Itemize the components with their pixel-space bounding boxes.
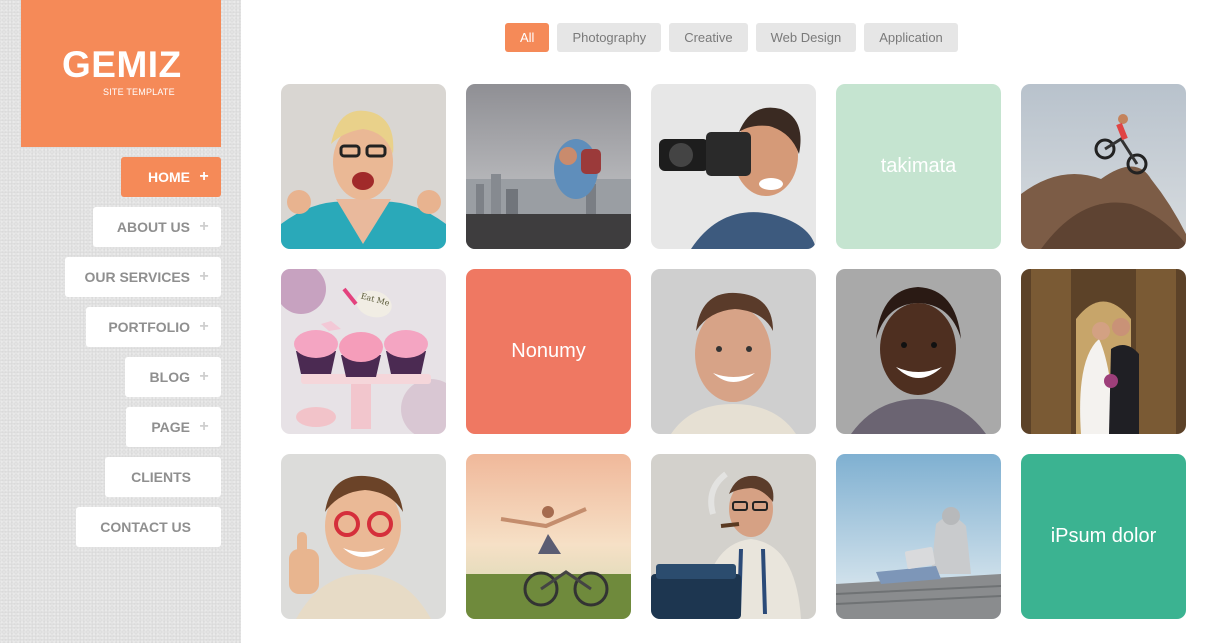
- logo-title: GEMIZ: [62, 44, 182, 85]
- tile-nonumy[interactable]: Nonumy: [466, 269, 631, 434]
- logo[interactable]: GEMIZ SITE TEMPLATE: [21, 0, 221, 147]
- tile-label: Nonumy: [511, 340, 586, 362]
- portfolio-image-photographer[interactable]: [651, 84, 816, 249]
- nav-item-label: OUR SERVICES: [84, 269, 190, 285]
- nav-item-contact-us[interactable]: CONTACT US: [76, 507, 221, 547]
- plus-icon: +: [199, 268, 209, 285]
- city-traveler-image: [466, 84, 631, 249]
- plus-icon: +: [199, 168, 209, 185]
- page: GEMIZ SITE TEMPLATE HOME + ABOUT US + OU…: [0, 0, 1224, 643]
- portfolio-filters: All Photography Creative Web Design Appl…: [505, 23, 958, 52]
- tile-takimata[interactable]: takimata: [836, 84, 1001, 249]
- nav-item-page[interactable]: PAGE +: [126, 407, 221, 447]
- plus-icon: +: [199, 368, 209, 385]
- laptop-boardwalk-image: [836, 454, 1001, 619]
- tile-label: iPsum dolor: [1050, 525, 1157, 547]
- nav-item-label: PAGE: [151, 419, 190, 435]
- portfolio-image-mountain-biker[interactable]: [1021, 84, 1186, 249]
- portfolio-image-laptop-boardwalk[interactable]: [836, 454, 1001, 619]
- filter-web-design[interactable]: Web Design: [755, 23, 857, 52]
- portfolio-image-smiling-man[interactable]: [651, 269, 816, 434]
- filter-creative[interactable]: Creative: [669, 23, 748, 52]
- nav-item-blog[interactable]: BLOG +: [125, 357, 221, 397]
- portfolio-image-smiling-woman[interactable]: [836, 269, 1001, 434]
- woman-bicycle-image: [466, 454, 631, 619]
- tile-label: takimata: [880, 155, 957, 177]
- nav-item-clients[interactable]: CLIENTS: [105, 457, 221, 497]
- portfolio-image-boy-thumbs-up[interactable]: [281, 454, 446, 619]
- typewriter-man-image: [651, 454, 816, 619]
- boy-thumbs-up-image: [281, 454, 446, 619]
- filter-photography[interactable]: Photography: [557, 23, 662, 52]
- wedding-couple-image: [1021, 269, 1186, 434]
- nav-item-label: CONTACT US: [100, 519, 191, 535]
- plus-icon: +: [199, 418, 209, 435]
- filter-all[interactable]: All: [505, 23, 550, 52]
- portfolio-image-cupcakes[interactable]: Eat Me: [281, 269, 446, 434]
- plus-icon: +: [199, 318, 209, 335]
- smiling-man-image: [651, 269, 816, 434]
- nav-item-portfolio[interactable]: PORTFOLIO +: [86, 307, 221, 347]
- nav-item-our-services[interactable]: OUR SERVICES +: [65, 257, 221, 297]
- nav-item-home[interactable]: HOME +: [121, 157, 221, 197]
- nav-item-label: CLIENTS: [131, 469, 191, 485]
- excited-woman-image: [281, 84, 446, 249]
- portfolio-image-wedding-couple[interactable]: [1021, 269, 1186, 434]
- mountain-biker-image: [1021, 84, 1186, 249]
- plus-icon: +: [199, 218, 209, 235]
- nav-item-label: BLOG: [149, 369, 190, 385]
- nav-item-label: ABOUT US: [116, 219, 190, 235]
- portfolio-image-excited-woman[interactable]: [281, 84, 446, 249]
- tile-ipsum-dolor[interactable]: iPsum dolor: [1021, 454, 1186, 619]
- cupcakes-image: Eat Me: [281, 269, 446, 434]
- portfolio-image-typewriter-man[interactable]: [651, 454, 816, 619]
- photographer-image: [651, 84, 816, 249]
- nav-item-about-us[interactable]: ABOUT US +: [93, 207, 221, 247]
- smiling-woman-image: [836, 269, 1001, 434]
- portfolio-image-city-traveler[interactable]: [466, 84, 631, 249]
- sidebar: GEMIZ SITE TEMPLATE HOME + ABOUT US + OU…: [0, 0, 241, 643]
- nav-item-label: PORTFOLIO: [108, 319, 190, 335]
- portfolio-image-woman-bicycle[interactable]: [466, 454, 631, 619]
- filter-application[interactable]: Application: [864, 23, 958, 52]
- nav-item-label: HOME: [148, 169, 190, 185]
- logo-subtitle: SITE TEMPLATE: [103, 87, 175, 97]
